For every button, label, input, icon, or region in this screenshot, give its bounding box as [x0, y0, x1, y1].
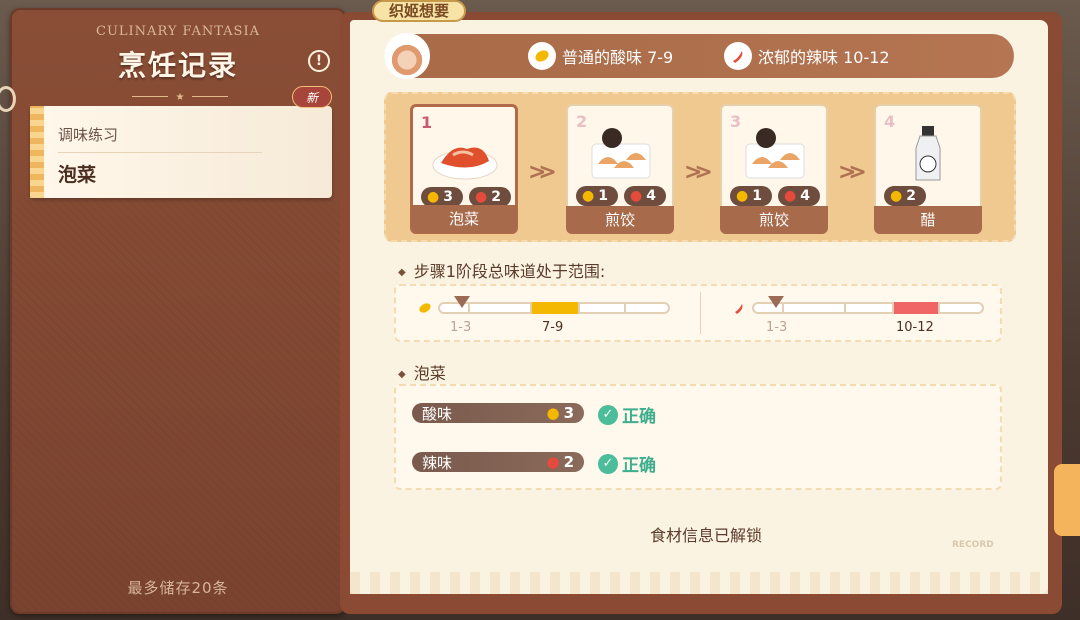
- step-card-2[interactable]: 2 ● 1 ● 4 煎饺: [566, 104, 674, 234]
- chili-icon: [724, 42, 752, 70]
- entry-name: 泡菜: [58, 164, 97, 186]
- new-badge: 新: [292, 86, 332, 108]
- range-section-title: 步骤1阶段总味道处于范围:: [398, 258, 606, 282]
- info-icon[interactable]: !: [308, 50, 330, 72]
- spicy-range-track: [752, 296, 984, 314]
- sour-current-marker: [454, 296, 470, 308]
- dumplings-icon: [745, 128, 805, 179]
- sour-correct-status: ✓ 正确: [598, 402, 656, 427]
- request-bar: [384, 34, 1014, 78]
- step-label: 煎饺: [720, 206, 828, 234]
- spicy-badge: ● 4: [778, 186, 820, 206]
- entry-checker-strip: [30, 106, 44, 198]
- step-label: 泡菜: [411, 205, 517, 233]
- sour-target-label: 7-9: [542, 320, 564, 335]
- vinegar-bottle-icon: [915, 126, 941, 181]
- chili-icon: [732, 300, 746, 319]
- entry-divider: [58, 152, 262, 153]
- spicy-target-range: [892, 302, 940, 314]
- sour-badge: ● 1: [730, 186, 772, 206]
- step-card-3[interactable]: 3 ● 1 ● 4 煎饺: [720, 104, 828, 234]
- side-tab[interactable]: [1054, 464, 1080, 536]
- spicy-current-label: 1-3: [766, 320, 788, 335]
- dumplings-icon: [591, 128, 651, 179]
- spicy-badge: ● 4: [624, 186, 666, 206]
- lemon-icon: ●: [546, 404, 560, 422]
- want-sour-label: 普通的酸味 7-9: [562, 48, 674, 67]
- want-spicy: 浓郁的辣味 10-12: [724, 42, 890, 70]
- chevron-right-icon: >>: [528, 160, 557, 185]
- range-divider: [700, 292, 701, 334]
- spicy-flavor-label: 辣味: [422, 453, 453, 472]
- sour-range-track: [438, 296, 670, 314]
- record-entry[interactable]: 调味练习 泡菜: [30, 106, 332, 198]
- character-name-tag: 织姬想要: [372, 0, 466, 22]
- step-label: 醋: [874, 206, 982, 234]
- kimchi-icon: [432, 147, 498, 180]
- storage-limit-text: 最多储存20条: [127, 579, 229, 597]
- ornament-divider: ★: [132, 92, 228, 103]
- sour-target-range: [530, 302, 578, 314]
- unlock-status-text: 食材信息已解锁: [650, 526, 763, 545]
- step-card-1[interactable]: 1 ● 3 ● 2 泡菜: [410, 104, 518, 234]
- detail-box: [394, 384, 1002, 490]
- sour-flavor-label: 酸味: [422, 404, 453, 423]
- page-checker-border: [350, 572, 1048, 594]
- spicy-current-marker: [768, 296, 784, 308]
- sidebar-title: 烹饪记录: [117, 49, 238, 82]
- chevron-right-icon: >>: [838, 160, 867, 185]
- spicy-flavor-value: 2: [563, 453, 574, 471]
- sour-badge: ● 2: [884, 186, 926, 206]
- sour-badge: ● 3: [421, 187, 463, 207]
- spicy-correct-status: ✓ 正确: [598, 451, 656, 476]
- lemon-icon: [528, 42, 556, 70]
- character-avatar: [384, 33, 430, 79]
- chili-icon: ●: [546, 453, 560, 471]
- sour-badge: ● 1: [576, 186, 618, 206]
- chevron-right-icon: >>: [684, 160, 713, 185]
- spicy-flavor-pill: 辣味 ● 2: [412, 452, 584, 472]
- sour-current-label: 1-3: [450, 320, 472, 335]
- spicy-badge: ● 2: [469, 187, 511, 207]
- spicy-target-label: 10-12: [896, 320, 934, 335]
- check-icon: ✓: [598, 453, 618, 474]
- want-spicy-label: 浓郁的辣味 10-12: [758, 48, 890, 67]
- lemon-icon: [418, 300, 432, 319]
- detail-section-title: 泡菜: [398, 360, 446, 384]
- step-card-4[interactable]: 4 ● 2 醋: [874, 104, 982, 234]
- sour-flavor-pill: 酸味 ● 3: [412, 403, 584, 423]
- step-label: 煎饺: [566, 206, 674, 234]
- entry-subtitle: 调味练习: [58, 126, 119, 144]
- want-sour: 普通的酸味 7-9: [528, 42, 673, 70]
- brand-text: CULINARY FANTASIA: [96, 24, 260, 39]
- check-icon: ✓: [598, 404, 618, 425]
- record-logo: RECORD: [952, 540, 994, 550]
- sour-flavor-value: 3: [563, 404, 574, 422]
